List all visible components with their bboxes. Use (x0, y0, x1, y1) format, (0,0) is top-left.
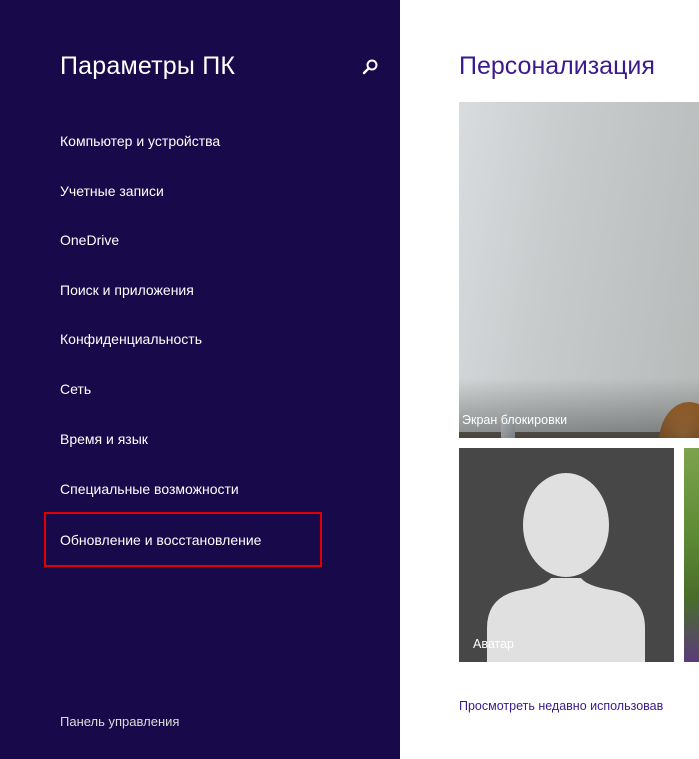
avatar-placeholder-icon (487, 473, 645, 662)
recent-items-link[interactable]: Просмотреть недавно использовав (459, 699, 663, 713)
avatar-label: Аватар (473, 637, 515, 651)
sidebar-item-ease-of-access[interactable]: Специальные возможности (60, 481, 239, 497)
lock-screen-tile[interactable]: Экран блокировки (459, 102, 699, 438)
control-panel-link[interactable]: Панель управления (60, 714, 179, 729)
sidebar-item-accounts[interactable]: Учетные записи (60, 183, 164, 199)
sidebar-item-network[interactable]: Сеть (60, 381, 91, 397)
sidebar-title: Параметры ПК (60, 52, 236, 80)
sidebar-item-privacy[interactable]: Конфиденциальность (60, 331, 202, 347)
settings-sidebar: Параметры ПК Компьютер и устройства Учет… (0, 0, 400, 759)
highlight-box (44, 512, 322, 567)
lock-screen-label: Экран блокировки (462, 413, 568, 427)
sidebar-item-time-and-language[interactable]: Время и язык (60, 431, 148, 447)
avatar-tile[interactable]: Аватар (459, 448, 674, 662)
sidebar-item-pc-and-devices[interactable]: Компьютер и устройства (60, 133, 220, 149)
sidebar-item-onedrive[interactable]: OneDrive (60, 232, 119, 248)
photo-tile[interactable] (684, 448, 699, 662)
sidebar-item-search-and-apps[interactable]: Поиск и приложения (60, 282, 194, 298)
search-icon[interactable] (361, 58, 379, 76)
page-title: Персонализация (459, 52, 655, 80)
